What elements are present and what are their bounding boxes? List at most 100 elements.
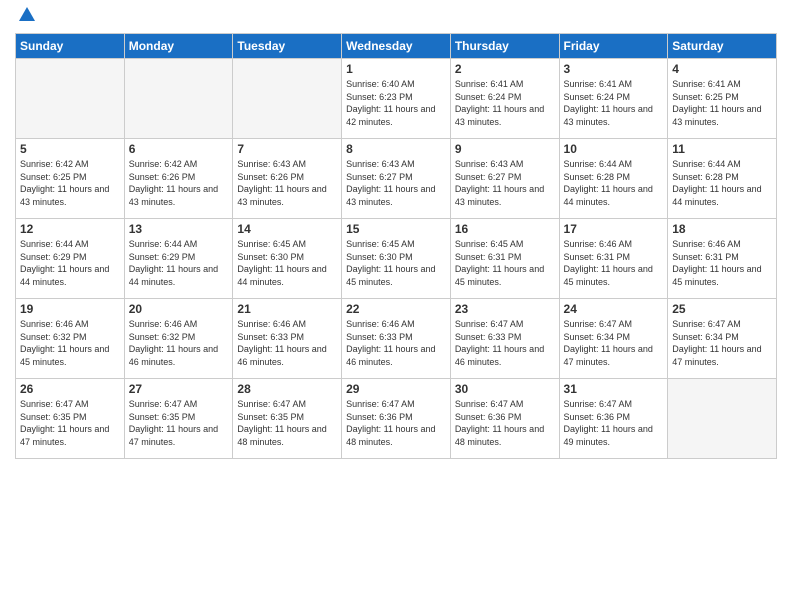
day-number: 4	[672, 62, 772, 76]
day-info: Sunrise: 6:46 AMSunset: 6:31 PMDaylight:…	[564, 238, 664, 288]
day-number: 15	[346, 222, 446, 236]
day-info: Sunrise: 6:46 AMSunset: 6:33 PMDaylight:…	[237, 318, 337, 368]
day-info: Sunrise: 6:44 AMSunset: 6:28 PMDaylight:…	[564, 158, 664, 208]
day-number: 25	[672, 302, 772, 316]
day-info: Sunrise: 6:46 AMSunset: 6:33 PMDaylight:…	[346, 318, 446, 368]
calendar-header-tuesday: Tuesday	[233, 34, 342, 59]
calendar-cell	[233, 59, 342, 139]
calendar-cell: 1 Sunrise: 6:40 AMSunset: 6:23 PMDayligh…	[342, 59, 451, 139]
calendar-week-2: 5 Sunrise: 6:42 AMSunset: 6:25 PMDayligh…	[16, 139, 777, 219]
day-info: Sunrise: 6:45 AMSunset: 6:30 PMDaylight:…	[237, 238, 337, 288]
calendar-cell: 27 Sunrise: 6:47 AMSunset: 6:35 PMDaylig…	[124, 379, 233, 459]
header	[15, 10, 777, 25]
day-number: 6	[129, 142, 229, 156]
day-number: 2	[455, 62, 555, 76]
day-number: 17	[564, 222, 664, 236]
calendar-cell: 20 Sunrise: 6:46 AMSunset: 6:32 PMDaylig…	[124, 299, 233, 379]
calendar-cell: 24 Sunrise: 6:47 AMSunset: 6:34 PMDaylig…	[559, 299, 668, 379]
calendar-cell: 5 Sunrise: 6:42 AMSunset: 6:25 PMDayligh…	[16, 139, 125, 219]
day-number: 19	[20, 302, 120, 316]
calendar-week-3: 12 Sunrise: 6:44 AMSunset: 6:29 PMDaylig…	[16, 219, 777, 299]
day-info: Sunrise: 6:42 AMSunset: 6:26 PMDaylight:…	[129, 158, 229, 208]
day-info: Sunrise: 6:41 AMSunset: 6:24 PMDaylight:…	[564, 78, 664, 128]
day-info: Sunrise: 6:43 AMSunset: 6:27 PMDaylight:…	[455, 158, 555, 208]
day-info: Sunrise: 6:47 AMSunset: 6:35 PMDaylight:…	[20, 398, 120, 448]
calendar-cell: 28 Sunrise: 6:47 AMSunset: 6:35 PMDaylig…	[233, 379, 342, 459]
calendar-cell: 25 Sunrise: 6:47 AMSunset: 6:34 PMDaylig…	[668, 299, 777, 379]
day-info: Sunrise: 6:44 AMSunset: 6:29 PMDaylight:…	[20, 238, 120, 288]
day-number: 11	[672, 142, 772, 156]
day-number: 29	[346, 382, 446, 396]
day-info: Sunrise: 6:40 AMSunset: 6:23 PMDaylight:…	[346, 78, 446, 128]
calendar-cell: 13 Sunrise: 6:44 AMSunset: 6:29 PMDaylig…	[124, 219, 233, 299]
day-number: 26	[20, 382, 120, 396]
calendar-cell: 18 Sunrise: 6:46 AMSunset: 6:31 PMDaylig…	[668, 219, 777, 299]
calendar-header-wednesday: Wednesday	[342, 34, 451, 59]
calendar-cell: 2 Sunrise: 6:41 AMSunset: 6:24 PMDayligh…	[450, 59, 559, 139]
day-info: Sunrise: 6:47 AMSunset: 6:35 PMDaylight:…	[129, 398, 229, 448]
calendar-cell: 10 Sunrise: 6:44 AMSunset: 6:28 PMDaylig…	[559, 139, 668, 219]
day-info: Sunrise: 6:44 AMSunset: 6:29 PMDaylight:…	[129, 238, 229, 288]
calendar-cell: 14 Sunrise: 6:45 AMSunset: 6:30 PMDaylig…	[233, 219, 342, 299]
calendar-header-thursday: Thursday	[450, 34, 559, 59]
day-info: Sunrise: 6:41 AMSunset: 6:25 PMDaylight:…	[672, 78, 772, 128]
day-info: Sunrise: 6:46 AMSunset: 6:31 PMDaylight:…	[672, 238, 772, 288]
day-number: 20	[129, 302, 229, 316]
day-number: 1	[346, 62, 446, 76]
calendar-cell: 22 Sunrise: 6:46 AMSunset: 6:33 PMDaylig…	[342, 299, 451, 379]
calendar-week-5: 26 Sunrise: 6:47 AMSunset: 6:35 PMDaylig…	[16, 379, 777, 459]
day-number: 27	[129, 382, 229, 396]
day-info: Sunrise: 6:43 AMSunset: 6:27 PMDaylight:…	[346, 158, 446, 208]
day-info: Sunrise: 6:45 AMSunset: 6:30 PMDaylight:…	[346, 238, 446, 288]
day-info: Sunrise: 6:45 AMSunset: 6:31 PMDaylight:…	[455, 238, 555, 288]
calendar-cell: 30 Sunrise: 6:47 AMSunset: 6:36 PMDaylig…	[450, 379, 559, 459]
day-number: 23	[455, 302, 555, 316]
calendar-header-friday: Friday	[559, 34, 668, 59]
day-number: 14	[237, 222, 337, 236]
calendar-cell: 9 Sunrise: 6:43 AMSunset: 6:27 PMDayligh…	[450, 139, 559, 219]
day-info: Sunrise: 6:47 AMSunset: 6:36 PMDaylight:…	[564, 398, 664, 448]
day-number: 22	[346, 302, 446, 316]
day-number: 31	[564, 382, 664, 396]
calendar-week-4: 19 Sunrise: 6:46 AMSunset: 6:32 PMDaylig…	[16, 299, 777, 379]
day-number: 16	[455, 222, 555, 236]
day-info: Sunrise: 6:46 AMSunset: 6:32 PMDaylight:…	[129, 318, 229, 368]
logo	[15, 10, 37, 25]
calendar-cell: 29 Sunrise: 6:47 AMSunset: 6:36 PMDaylig…	[342, 379, 451, 459]
day-number: 21	[237, 302, 337, 316]
calendar-cell: 12 Sunrise: 6:44 AMSunset: 6:29 PMDaylig…	[16, 219, 125, 299]
calendar-cell: 16 Sunrise: 6:45 AMSunset: 6:31 PMDaylig…	[450, 219, 559, 299]
day-number: 13	[129, 222, 229, 236]
page: SundayMondayTuesdayWednesdayThursdayFrid…	[0, 0, 792, 612]
calendar-header-monday: Monday	[124, 34, 233, 59]
day-info: Sunrise: 6:47 AMSunset: 6:35 PMDaylight:…	[237, 398, 337, 448]
day-number: 12	[20, 222, 120, 236]
calendar-header-saturday: Saturday	[668, 34, 777, 59]
day-number: 24	[564, 302, 664, 316]
calendar: SundayMondayTuesdayWednesdayThursdayFrid…	[15, 33, 777, 459]
day-info: Sunrise: 6:47 AMSunset: 6:34 PMDaylight:…	[672, 318, 772, 368]
calendar-cell: 17 Sunrise: 6:46 AMSunset: 6:31 PMDaylig…	[559, 219, 668, 299]
day-number: 7	[237, 142, 337, 156]
calendar-cell: 11 Sunrise: 6:44 AMSunset: 6:28 PMDaylig…	[668, 139, 777, 219]
calendar-cell: 23 Sunrise: 6:47 AMSunset: 6:33 PMDaylig…	[450, 299, 559, 379]
day-info: Sunrise: 6:42 AMSunset: 6:25 PMDaylight:…	[20, 158, 120, 208]
calendar-cell: 26 Sunrise: 6:47 AMSunset: 6:35 PMDaylig…	[16, 379, 125, 459]
day-number: 10	[564, 142, 664, 156]
calendar-cell: 31 Sunrise: 6:47 AMSunset: 6:36 PMDaylig…	[559, 379, 668, 459]
calendar-cell: 4 Sunrise: 6:41 AMSunset: 6:25 PMDayligh…	[668, 59, 777, 139]
calendar-cell: 6 Sunrise: 6:42 AMSunset: 6:26 PMDayligh…	[124, 139, 233, 219]
day-info: Sunrise: 6:47 AMSunset: 6:34 PMDaylight:…	[564, 318, 664, 368]
day-info: Sunrise: 6:47 AMSunset: 6:36 PMDaylight:…	[346, 398, 446, 448]
day-number: 18	[672, 222, 772, 236]
logo-icon	[17, 5, 37, 25]
day-info: Sunrise: 6:43 AMSunset: 6:26 PMDaylight:…	[237, 158, 337, 208]
calendar-header-sunday: Sunday	[16, 34, 125, 59]
calendar-cell	[124, 59, 233, 139]
calendar-cell: 15 Sunrise: 6:45 AMSunset: 6:30 PMDaylig…	[342, 219, 451, 299]
calendar-cell	[668, 379, 777, 459]
day-number: 30	[455, 382, 555, 396]
day-info: Sunrise: 6:47 AMSunset: 6:33 PMDaylight:…	[455, 318, 555, 368]
calendar-cell: 8 Sunrise: 6:43 AMSunset: 6:27 PMDayligh…	[342, 139, 451, 219]
calendar-cell: 19 Sunrise: 6:46 AMSunset: 6:32 PMDaylig…	[16, 299, 125, 379]
